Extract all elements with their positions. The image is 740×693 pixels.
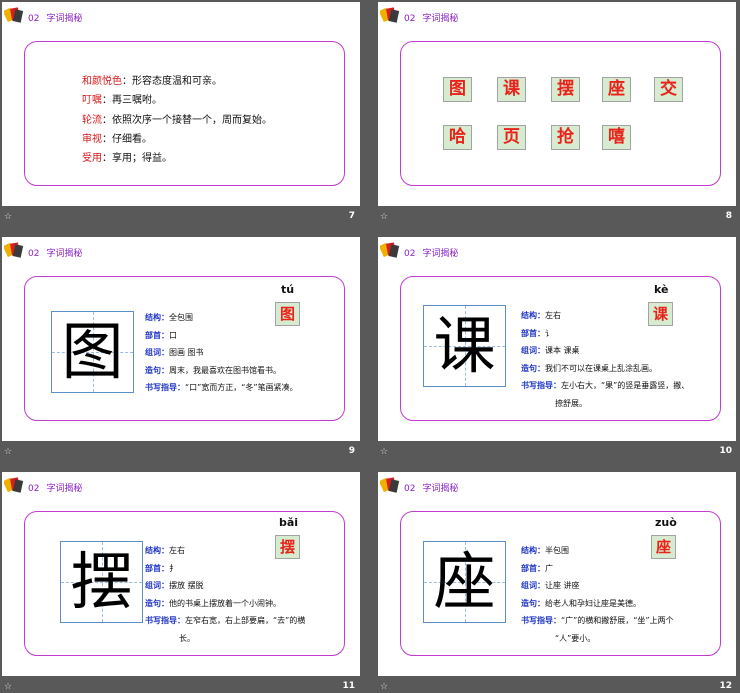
tianzige-grid: 摆 <box>60 541 143 623</box>
slide-number: 9 <box>348 446 355 456</box>
tianzige-grid: 图 <box>51 311 134 393</box>
char-card[interactable]: 交 <box>654 77 683 102</box>
slide-thumbnail-7[interactable]: 02 字词揭秘 和颜悦色：形容态度温和可亲。 叮嘱：再三嘱咐。 轮流：依照次序一个… <box>2 2 360 206</box>
content-frame: 和颜悦色：形容态度温和可亲。 叮嘱：再三嘱咐。 轮流：依照次序一个接替一个，周而… <box>24 41 345 186</box>
content-frame: 图 课 摆 座 交 哈 页 抢 嘻 <box>400 41 721 186</box>
logo-icon <box>380 477 400 493</box>
slide-thumbnail-11[interactable]: 02 字词揭秘 摆 bǎi 摆 结构：左右 部首：扌 组词：摆放 摆脱 造句：他的… <box>2 472 360 676</box>
definition-item: 审视：仔细看。 <box>82 133 152 145</box>
pinyin: bǎi <box>279 516 299 529</box>
slide-thumbnail-10[interactable]: 02 字词揭秘 课 kè 课 结构：左右 部首：讠 组词：课本 课桌 造句：我们不… <box>378 237 736 441</box>
large-character: 课 <box>433 309 496 382</box>
content-frame: 图 tú 图 结构：全包围 部首：口 组词：图画 图书 造句：周末，我最喜欢在图… <box>24 276 345 421</box>
char-info: 结构：左右 部首：讠 组词：课本 课桌 造句：我们不可以在课桌上乱涂乱画。 书写… <box>521 311 690 408</box>
logo-icon <box>4 477 24 493</box>
star-icon: ☆ <box>4 682 13 692</box>
definition-item: 叮嘱：再三嘱咐。 <box>82 95 162 107</box>
logo-icon <box>380 7 400 23</box>
definition-item: 受用：享用；得益。 <box>82 153 172 165</box>
slide-number: 12 <box>719 681 732 691</box>
star-icon: ☆ <box>4 212 13 222</box>
star-icon: ☆ <box>4 447 13 457</box>
star-icon: ☆ <box>380 682 389 692</box>
char-card[interactable]: 摆 <box>551 77 580 102</box>
section-header: 02 字词揭秘 <box>28 249 83 259</box>
slide-number: 7 <box>348 211 355 221</box>
char-card[interactable]: 哈 <box>443 125 472 150</box>
pinyin: tú <box>281 283 295 296</box>
pinyin: zuò <box>655 516 677 529</box>
content-frame: 摆 bǎi 摆 结构：左右 部首：扌 组词：摆放 摆脱 造句：他的书桌上摆放着一… <box>24 511 345 656</box>
pinyin: kè <box>654 283 669 296</box>
content-frame: 课 kè 课 结构：左右 部首：讠 组词：课本 课桌 造句：我们不可以在课桌上乱… <box>400 276 721 421</box>
char-card[interactable]: 座 <box>602 77 631 102</box>
char-card[interactable]: 抢 <box>551 125 580 150</box>
char-info: 结构：全包围 部首：口 组词：图画 图书 造句：周末，我最喜欢在图书馆看书。 书… <box>145 313 298 392</box>
section-header: 02 字词揭秘 <box>404 249 459 259</box>
char-info: 结构：左右 部首：扌 组词：摆放 摆脱 造句：他的书桌上摆放着一个小闹钟。 书写… <box>145 546 306 643</box>
star-icon: ☆ <box>380 212 389 222</box>
large-character: 图 <box>61 315 124 388</box>
definition-item: 轮流：依照次序一个接替一个，周而复始。 <box>82 114 272 126</box>
logo-icon <box>4 242 24 258</box>
slide-number: 8 <box>725 211 732 221</box>
large-character: 摆 <box>70 545 133 618</box>
slide-number: 11 <box>342 681 355 691</box>
char-card[interactable]: 页 <box>497 125 526 150</box>
char-info: 结构：半包围 部首：广 组词：让座 讲座 造句：给老人和孕妇让座是美德。 书写指… <box>521 546 674 643</box>
logo-icon <box>380 242 400 258</box>
char-card[interactable]: 嘻 <box>602 125 631 150</box>
section-header: 02 字词揭秘 <box>404 14 459 24</box>
char-card[interactable]: 课 <box>497 77 526 102</box>
slide-thumbnail-12[interactable]: 02 字词揭秘 座 zuò 座 结构：半包围 部首：广 组词：让座 讲座 造句：给… <box>378 472 736 676</box>
tianzige-grid: 座 <box>423 541 506 623</box>
slide-thumbnail-9[interactable]: 02 字词揭秘 图 tú 图 结构：全包围 部首：口 组词：图画 图书 造句：周末… <box>2 237 360 441</box>
tianzige-grid: 课 <box>423 305 506 387</box>
content-frame: 座 zuò 座 结构：半包围 部首：广 组词：让座 讲座 造句：给老人和孕妇让座… <box>400 511 721 656</box>
definition-list: 和颜悦色：形容态度温和可亲。 叮嘱：再三嘱咐。 轮流：依照次序一个接替一个，周而… <box>82 72 272 168</box>
section-header: 02 字词揭秘 <box>28 14 83 24</box>
star-icon: ☆ <box>380 447 389 457</box>
slide-thumbnail-8[interactable]: 02 字词揭秘 图 课 摆 座 交 哈 页 抢 嘻 <box>378 2 736 206</box>
char-card[interactable]: 图 <box>443 77 472 102</box>
section-header: 02 字词揭秘 <box>404 484 459 494</box>
definition-item: 和颜悦色：形容态度温和可亲。 <box>82 76 222 87</box>
large-character: 座 <box>433 545 496 618</box>
section-header: 02 字词揭秘 <box>28 484 83 494</box>
logo-icon <box>4 7 24 23</box>
slide-number: 10 <box>719 446 732 456</box>
